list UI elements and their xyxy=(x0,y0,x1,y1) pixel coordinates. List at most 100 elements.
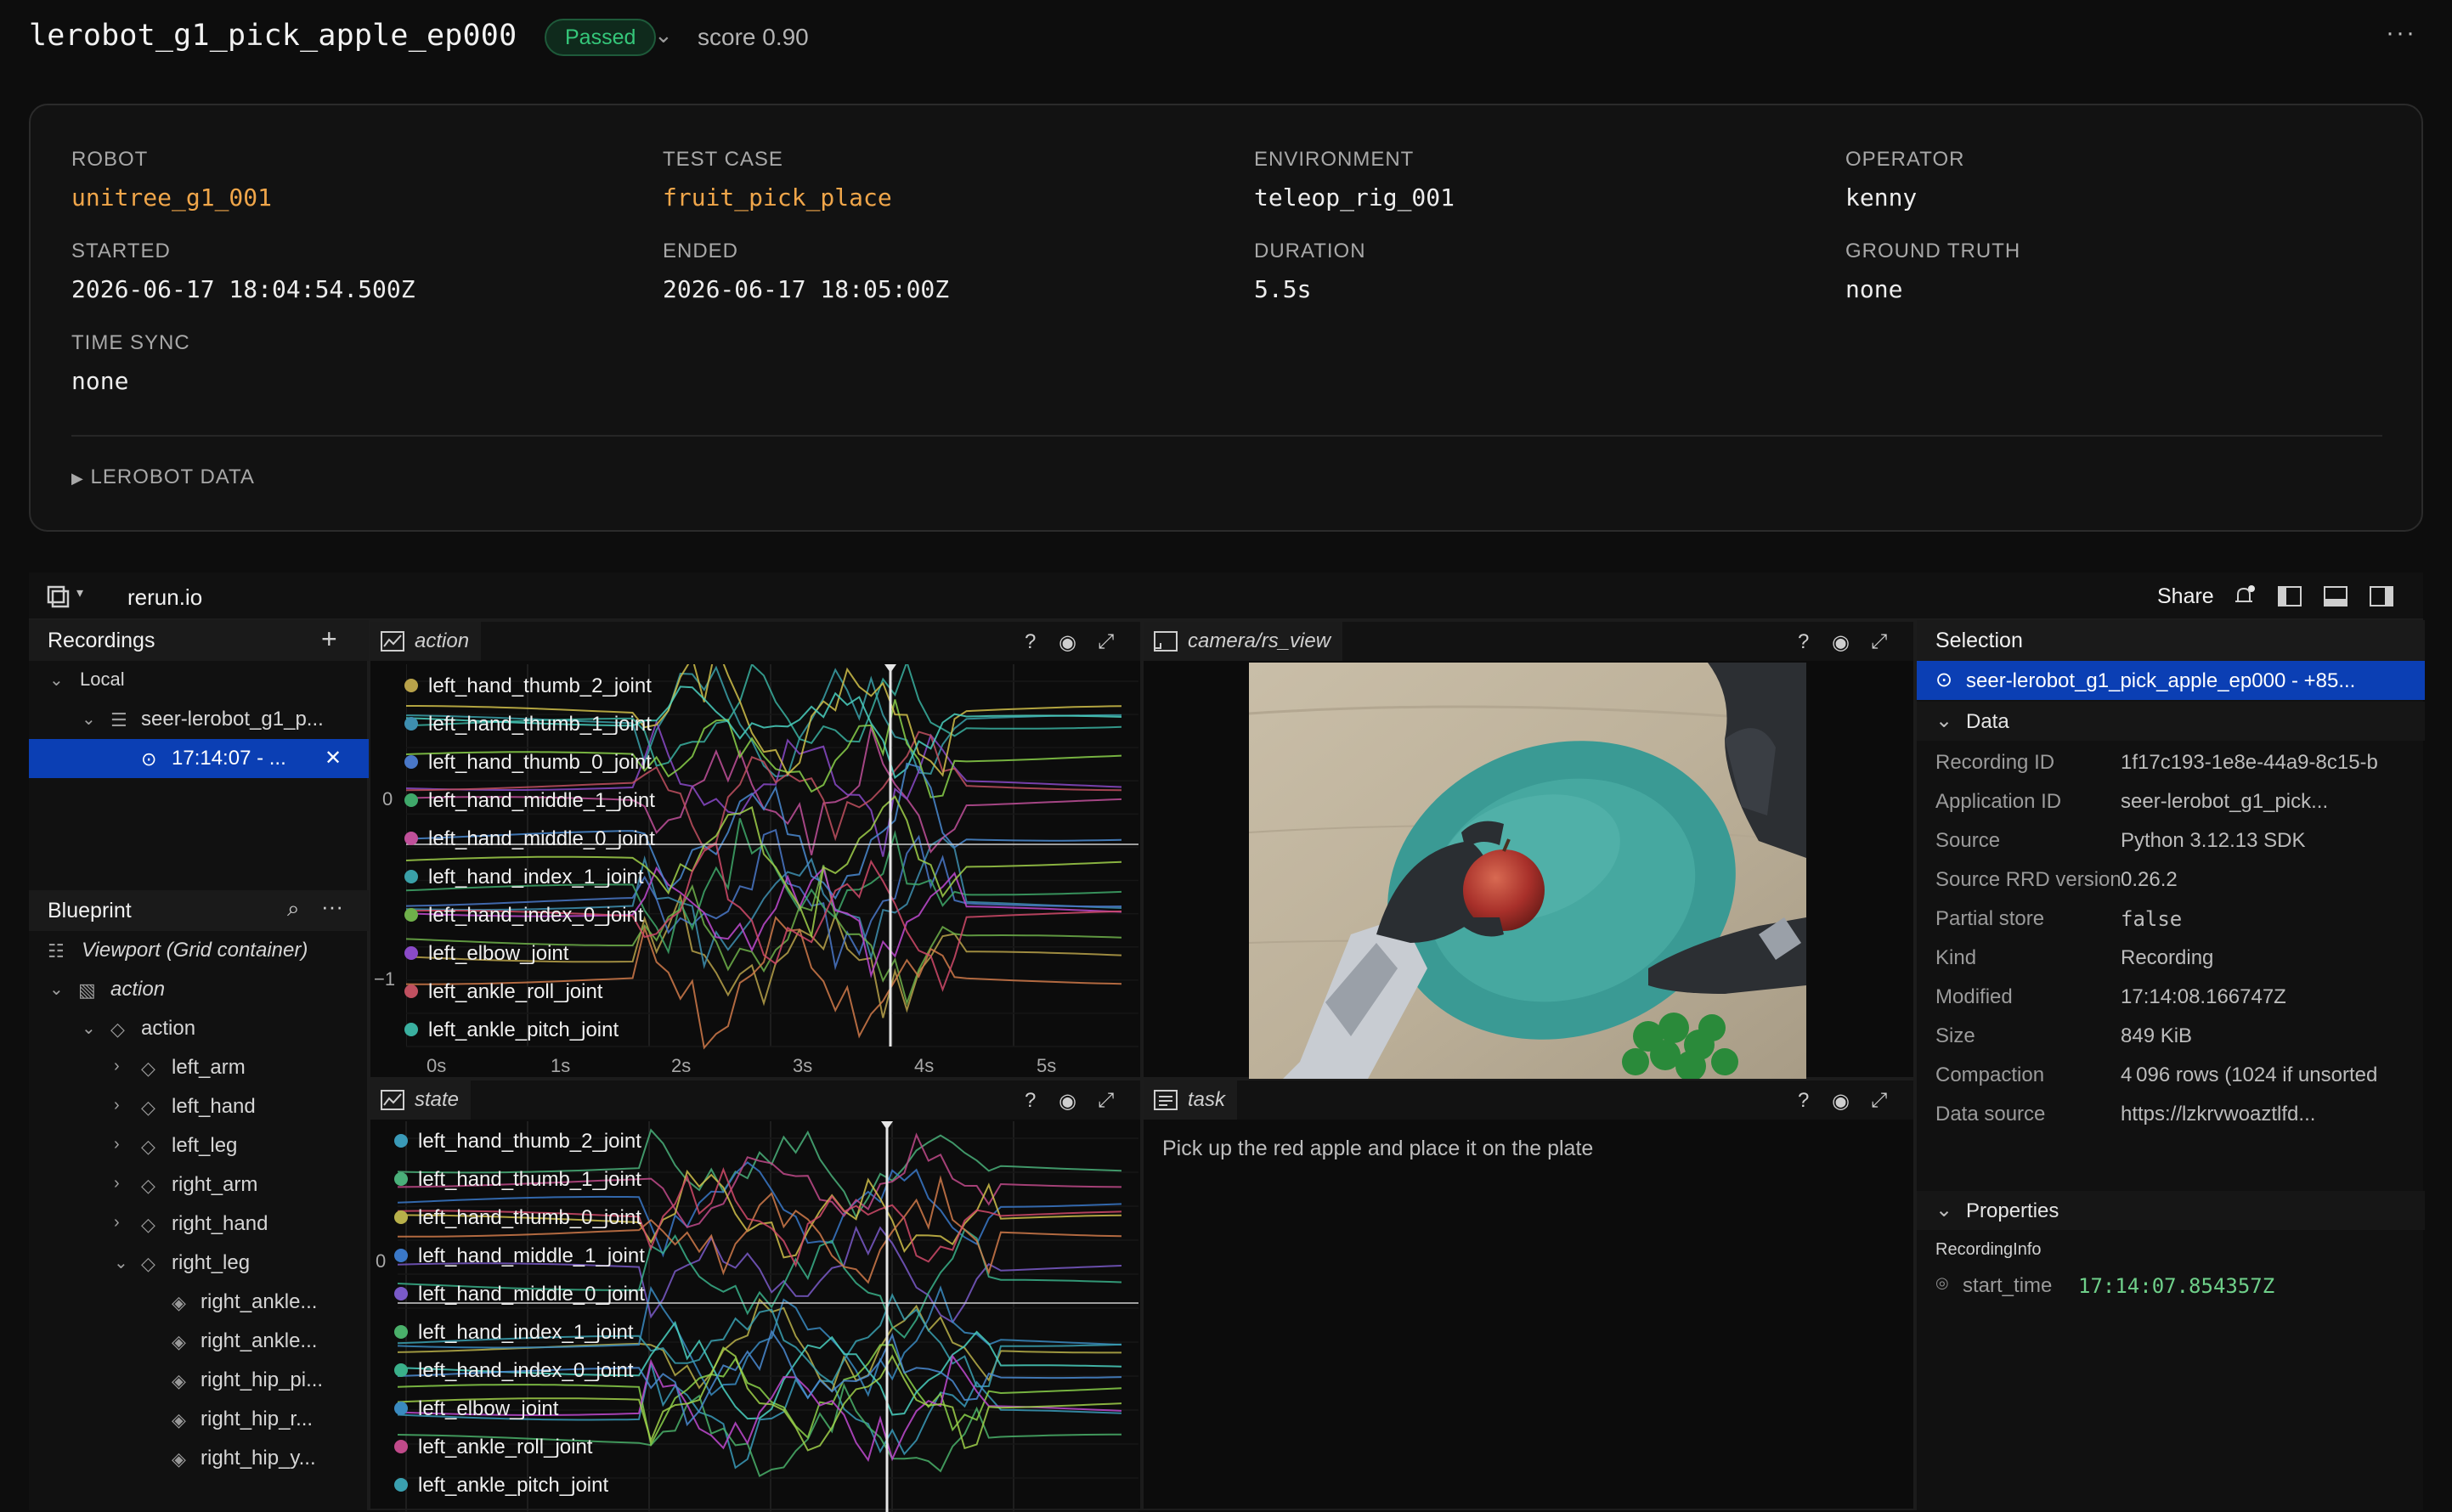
add-icon[interactable]: + xyxy=(321,623,337,655)
chevron-down-icon[interactable]: ⌄ xyxy=(82,708,96,730)
tree-recording[interactable]: ⊙ 17:14:07 - ... ✕ xyxy=(29,739,369,778)
properties-section-header[interactable]: ⌄ Properties xyxy=(1917,1191,2425,1230)
legend-swatch xyxy=(404,717,418,731)
meta-value: 2026-06-17 18:04:54.500Z xyxy=(71,275,415,303)
data-row-key: Source RRD version xyxy=(1935,868,2121,891)
data-row[interactable]: Modified 17:14:08.166747Z xyxy=(1917,977,2425,1016)
tab-task-label: task xyxy=(1188,1088,1226,1111)
selection-title: Selection xyxy=(1935,629,2023,652)
tree-item-left-hand[interactable]: › ◇ left_hand xyxy=(29,1087,369,1126)
chevron-right-icon[interactable]: › xyxy=(114,1096,120,1115)
chevron-down-icon[interactable]: ⌄ xyxy=(114,1252,128,1273)
camera-image[interactable] xyxy=(1249,663,1806,1079)
data-row[interactable]: Data source https://lzkrvwoaztlfd... xyxy=(1917,1094,2425,1133)
tree-leaf-label: right_hip_y... xyxy=(201,1447,316,1470)
legend-swatch xyxy=(394,1363,408,1377)
chevron-right-icon[interactable]: › xyxy=(114,1135,120,1154)
maximize-icon[interactable]: ⤢ xyxy=(1871,1089,1887,1113)
component-icon: ◈ xyxy=(172,1331,186,1352)
data-row[interactable]: Compaction 4 096 rows (1024 if unsorted xyxy=(1917,1055,2425,1094)
tree-leaf[interactable]: ◈ right_ankle... xyxy=(29,1283,369,1322)
tree-local[interactable]: ⌄ Local xyxy=(29,661,369,700)
tree-item-right-arm[interactable]: › ◇ right_arm xyxy=(29,1165,369,1205)
camera-view[interactable]: camera/rs_view ? ◉ ⤢ xyxy=(1142,620,1915,1079)
eye-icon[interactable]: ◉ xyxy=(1832,630,1850,655)
lerobot-data-toggle[interactable]: ▶ LEROBOT DATA xyxy=(71,465,255,489)
maximize-icon[interactable]: ⤢ xyxy=(1098,1089,1114,1113)
toggle-right-panel-icon[interactable] xyxy=(2369,584,2394,608)
tree-leaf[interactable]: ◈ right_hip_r... xyxy=(29,1400,369,1439)
data-section-header[interactable]: ⌄ Data xyxy=(1917,702,2425,741)
more-options-icon[interactable]: ··· xyxy=(321,894,343,920)
status-badge[interactable]: Passed xyxy=(545,19,657,56)
toggle-left-panel-icon[interactable] xyxy=(2277,584,2302,608)
chevron-down-icon[interactable]: ⌄ xyxy=(49,669,64,691)
chevron-down-icon[interactable]: ⌄ xyxy=(1935,1198,1952,1222)
rerun-logo-icon[interactable] xyxy=(46,584,71,608)
tree-leaf[interactable]: ◈ right_hip_pi... xyxy=(29,1361,369,1400)
tree-item-right-hand[interactable]: › ◇ right_hand xyxy=(29,1205,369,1244)
help-icon[interactable]: ? xyxy=(1798,1089,1809,1113)
selected-item[interactable]: ⊙ seer-lerobot_g1_pick_apple_ep000 - +85… xyxy=(1917,661,2425,700)
search-icon[interactable]: ⌕ xyxy=(287,895,300,922)
tree-item-left-leg[interactable]: › ◇ left_leg xyxy=(29,1126,369,1165)
eye-icon[interactable]: ◉ xyxy=(1059,1089,1076,1114)
tree-leaf[interactable]: ◈ right_ankle... xyxy=(29,1322,369,1361)
chevron-down-icon[interactable]: ⌄ xyxy=(654,22,673,48)
data-row[interactable]: Partial store false xyxy=(1917,899,2425,938)
data-section-label: Data xyxy=(1966,710,2009,733)
data-row[interactable]: Kind Recording xyxy=(1917,938,2425,977)
data-row[interactable]: Application ID seer-lerobot_g1_pick... xyxy=(1917,781,2425,821)
x-tick: 4s xyxy=(914,1055,935,1076)
meta-label: OPERATOR xyxy=(1845,148,1965,171)
eye-icon[interactable]: ◉ xyxy=(1059,630,1076,655)
tree-application[interactable]: ⌄ ☰ seer-lerobot_g1_p... xyxy=(29,700,369,739)
data-row[interactable]: Source RRD version 0.26.2 xyxy=(1917,860,2425,899)
entity-icon: ◇ xyxy=(141,1097,155,1118)
more-options-icon[interactable]: ··· xyxy=(2386,19,2416,48)
tree-view-action[interactable]: ⌄ ▧ action xyxy=(29,970,369,1009)
episode-header: lerobot_g1_pick_apple_ep000 Passed ⌄ sco… xyxy=(0,0,2452,76)
eye-icon[interactable]: ◉ xyxy=(1832,1089,1850,1114)
data-row[interactable]: Source Python 3.12.13 SDK xyxy=(1917,821,2425,860)
toggle-bottom-panel-icon[interactable] xyxy=(2323,584,2348,608)
help-icon[interactable]: ? xyxy=(1025,1089,1036,1113)
tab-state[interactable]: state xyxy=(370,1080,472,1120)
action-view[interactable]: action ? ◉ ⤢ left_hand_thumb_2_joint left… xyxy=(369,620,1142,1079)
text-document-icon xyxy=(1154,1090,1178,1110)
tab-camera[interactable]: camera/rs_view xyxy=(1144,622,1343,661)
help-icon[interactable]: ? xyxy=(1025,630,1036,654)
close-icon[interactable]: ✕ xyxy=(325,746,342,770)
tree-leaf[interactable]: ◈ right_hip_y... xyxy=(29,1439,369,1478)
chevron-down-icon[interactable]: ⌄ xyxy=(1935,708,1952,733)
robot-link[interactable]: unitree_g1_001 xyxy=(71,183,272,212)
meta-value: none xyxy=(1845,275,1903,303)
chevron-right-icon[interactable]: › xyxy=(114,1057,120,1076)
chevron-right-icon[interactable]: › xyxy=(114,1213,120,1233)
notification-bell-icon[interactable] xyxy=(2231,584,2257,608)
data-row[interactable]: Recording ID 1f17c193-1e8e-44a9-8c15-b xyxy=(1917,742,2425,781)
chevron-down-icon[interactable]: ⌄ xyxy=(82,1018,96,1039)
tab-task[interactable]: task xyxy=(1144,1080,1238,1120)
maximize-icon[interactable]: ⤢ xyxy=(1871,630,1887,654)
tree-item-right-leg[interactable]: ⌄ ◇ right_leg xyxy=(29,1244,369,1283)
legend-label: left_hand_middle_1_joint xyxy=(428,789,655,812)
caret-down-icon[interactable]: ▾ xyxy=(76,584,83,601)
chevron-down-icon[interactable]: ⌄ xyxy=(49,979,64,1000)
start-time-row[interactable]: ◎ start_time 17:14:07.854357Z xyxy=(1917,1266,2425,1305)
component-icon: ◈ xyxy=(172,1370,186,1391)
state-view[interactable]: state ? ◉ ⤢ left_hand_thumb_2_joint left_… xyxy=(369,1079,1142,1512)
data-row[interactable]: Size 849 KiB xyxy=(1917,1016,2425,1055)
start-time-key: start_time xyxy=(1963,1274,2053,1297)
chevron-right-icon[interactable]: › xyxy=(114,1174,120,1193)
maximize-icon[interactable]: ⤢ xyxy=(1098,630,1114,654)
task-view[interactable]: task ? ◉ ⤢ Pick up the red apple and pla… xyxy=(1142,1079,1915,1510)
tree-entity-action[interactable]: ⌄ ◇ action xyxy=(29,1009,369,1048)
tab-action[interactable]: action xyxy=(370,622,482,661)
recording-icon: ⊙ xyxy=(141,748,157,770)
test-case-link[interactable]: fruit_pick_place xyxy=(663,183,892,212)
share-button[interactable]: Share xyxy=(2157,584,2214,609)
help-icon[interactable]: ? xyxy=(1798,630,1809,654)
tree-viewport[interactable]: ☷ Viewport (Grid container) xyxy=(29,931,369,970)
tree-item-left-arm[interactable]: › ◇ left_arm xyxy=(29,1048,369,1087)
